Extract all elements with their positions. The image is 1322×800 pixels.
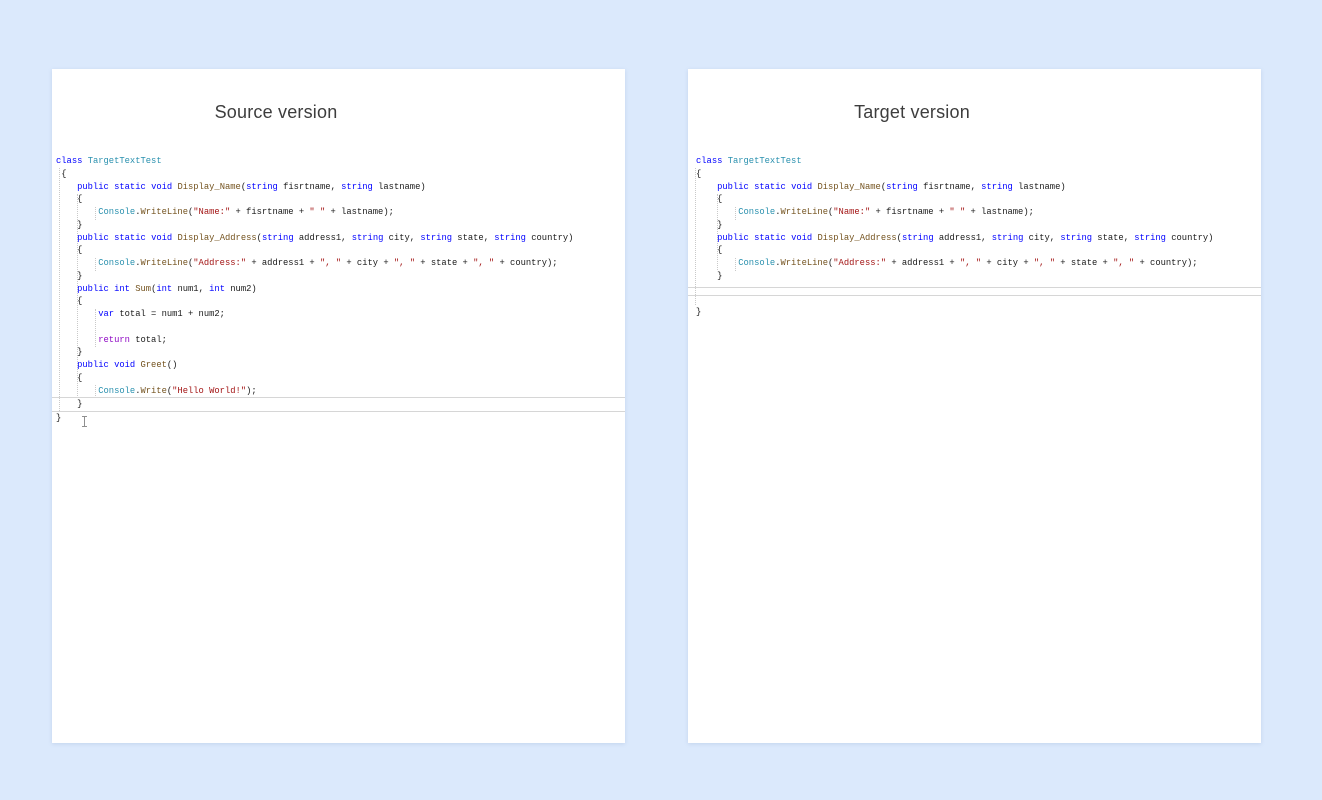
- code-line: }: [56, 346, 625, 359]
- source-version-title: Source version: [215, 102, 338, 123]
- code-line: var total = num1 + num2;: [56, 308, 625, 321]
- code-line: public static void Display_Address(strin…: [696, 232, 1261, 245]
- code-line: }: [696, 270, 1261, 283]
- code-line: }: [696, 219, 1261, 232]
- code-line: }: [56, 219, 625, 232]
- text-cursor-ibeam: [81, 416, 88, 427]
- code-line: {: [56, 168, 625, 181]
- target-version-panel: Target version class TargetTextTest{ pub…: [688, 69, 1261, 743]
- code-line: Console.WriteLine("Name:" + fisrtname + …: [696, 206, 1261, 219]
- source-version-panel: Source version class TargetTextTest { pu…: [52, 69, 625, 743]
- code-line: public void Greet(): [56, 359, 625, 372]
- code-line: class TargetTextTest: [56, 155, 625, 168]
- source-code-editor[interactable]: class TargetTextTest { public static voi…: [56, 155, 625, 743]
- code-line: {: [56, 372, 625, 385]
- code-line: public static void Display_Name(string f…: [696, 181, 1261, 194]
- code-line: Console.Write("Hello World!");: [56, 385, 625, 398]
- change-boundary-rule: [688, 295, 1261, 296]
- code-line: }: [56, 412, 625, 425]
- code-line: public int Sum(int num1, int num2): [56, 283, 625, 296]
- code-line: {: [56, 295, 625, 308]
- change-boundary-rule: [688, 287, 1261, 288]
- code-line: Console.WriteLine("Name:" + fisrtname + …: [56, 206, 625, 219]
- code-line: {: [696, 244, 1261, 257]
- code-line: public static void Display_Address(strin…: [56, 232, 625, 245]
- compare-view: Source version class TargetTextTest { pu…: [0, 0, 1322, 800]
- code-line: {: [696, 193, 1261, 206]
- target-code-editor[interactable]: class TargetTextTest{ public static void…: [696, 155, 1261, 743]
- code-line: [56, 321, 625, 334]
- code-line: }: [56, 398, 625, 411]
- code-line: Console.WriteLine("Address:" + address1 …: [56, 257, 625, 270]
- code-line: }: [56, 270, 625, 283]
- code-line: {: [56, 244, 625, 257]
- code-line: class TargetTextTest: [696, 155, 1261, 168]
- target-version-title: Target version: [854, 102, 970, 123]
- code-line: {: [696, 168, 1261, 181]
- code-line: {: [56, 193, 625, 206]
- code-line: public static void Display_Name(string f…: [56, 181, 625, 194]
- code-line: return total;: [56, 334, 625, 347]
- code-line: }: [696, 306, 1261, 319]
- code-line: Console.WriteLine("Address:" + address1 …: [696, 257, 1261, 270]
